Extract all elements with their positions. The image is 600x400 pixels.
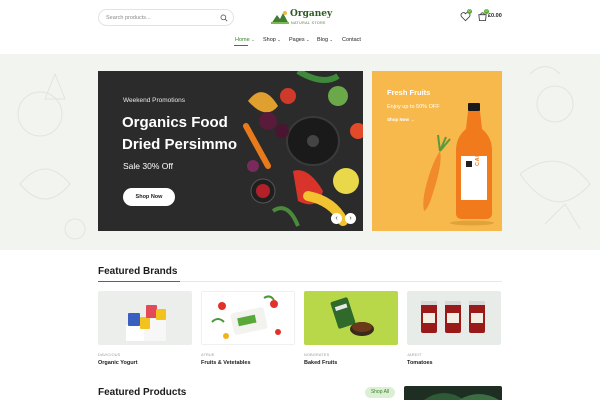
wishlist-count-badge: 0 [467, 9, 472, 14]
site-logo[interactable]: Organey NATURAL STORE [268, 7, 338, 31]
brand-name-3[interactable]: Baked Fruits [304, 360, 337, 366]
header-actions: 0 0 £0.00 [460, 9, 530, 25]
brand-name-4[interactable]: Tomatoes [407, 360, 433, 366]
nav-active-underline [234, 45, 248, 46]
chevron-down-icon: ⌄ [277, 37, 281, 42]
brand-card-fruits[interactable] [201, 291, 295, 345]
nav-contact[interactable]: Contact [342, 37, 361, 43]
tomatoes-image [421, 301, 485, 333]
baked-fruits-image [330, 297, 374, 336]
hero-banner[interactable]: Weekend Promotions Organics Food Dried P… [98, 71, 363, 231]
nav-home-label: Home [235, 37, 250, 43]
brand-card-baked-fruits[interactable] [304, 291, 398, 345]
main-nav: Home ⌄ Shop ⌄ Pages ⌄ Blog ⌄ Contact [232, 37, 372, 47]
search-bar[interactable] [98, 9, 234, 26]
brand-name-2[interactable]: Fruits & Vetetables [201, 360, 251, 366]
search-icon[interactable] [220, 14, 228, 22]
shop-all-button[interactable]: Shop All [365, 387, 395, 398]
brand-category-4: JARDIT [407, 353, 422, 357]
brand-category-3: NOBGRATES [304, 353, 330, 357]
side-banner-title: Fresh Fruits [387, 88, 431, 97]
brand-card-tomatoes[interactable] [407, 291, 501, 345]
nav-shop-label: Shop [263, 37, 276, 43]
hero-title-line1: Organics Food [122, 114, 228, 131]
vegetables-image [238, 71, 363, 231]
brand-name-1[interactable]: Organic Yogurt [98, 360, 138, 366]
featured-brands-rule [98, 281, 502, 282]
bottle-label-text: CARROT [475, 138, 481, 166]
chevron-down-icon: ⌄ [306, 37, 310, 42]
nav-contact-label: Contact [342, 37, 361, 43]
arrow-left-icon[interactable]: ‹ [331, 213, 342, 224]
nav-blog-label: Blog [317, 37, 329, 43]
featured-product-image[interactable] [404, 386, 502, 400]
fruits-vegetables-image [211, 295, 281, 339]
nav-pages-label: Pages [289, 37, 305, 43]
search-input[interactable] [106, 12, 216, 24]
featured-brands-title: Featured Brands [98, 266, 178, 277]
brand-category-2: ATRUE [201, 353, 215, 357]
featured-products-title: Featured Products [98, 387, 187, 398]
chevron-down-icon: ⌄ [251, 37, 255, 42]
hero-sale-text: Sale 30% Off [123, 161, 173, 171]
juice-bottle-image [423, 103, 494, 226]
hero-shop-now-button[interactable]: Shop Now [123, 188, 175, 206]
side-banner[interactable]: Fresh Fruits Enjoy up to 50% OFF Shop No… [372, 71, 502, 231]
product-leaf-image [424, 393, 499, 400]
nav-shop[interactable]: Shop ⌄ [263, 37, 281, 43]
cart-total[interactable]: £0.00 [488, 13, 502, 19]
hero-eyebrow: Weekend Promotions [123, 97, 186, 104]
logo-tagline: NATURAL STORE [291, 21, 326, 25]
nav-pages[interactable]: Pages ⌄ [289, 37, 310, 43]
nav-blog[interactable]: Blog ⌄ [317, 37, 333, 43]
nav-home[interactable]: Home ⌄ [235, 37, 255, 43]
arrow-right-icon[interactable]: › [345, 213, 356, 224]
brand-category-1: DAVICIOUS [98, 353, 121, 357]
hero-title-line2: Dried Persimmo [122, 136, 238, 153]
site-header: Organey NATURAL STORE 0 0 £0.00 Home ⌄ S… [0, 0, 600, 54]
yogurt-image [126, 305, 166, 341]
chevron-down-icon: ⌄ [329, 37, 333, 42]
logo-mark-icon [271, 11, 289, 24]
brand-card-yogurt[interactable] [98, 291, 192, 345]
logo-name: Organey [290, 9, 333, 19]
